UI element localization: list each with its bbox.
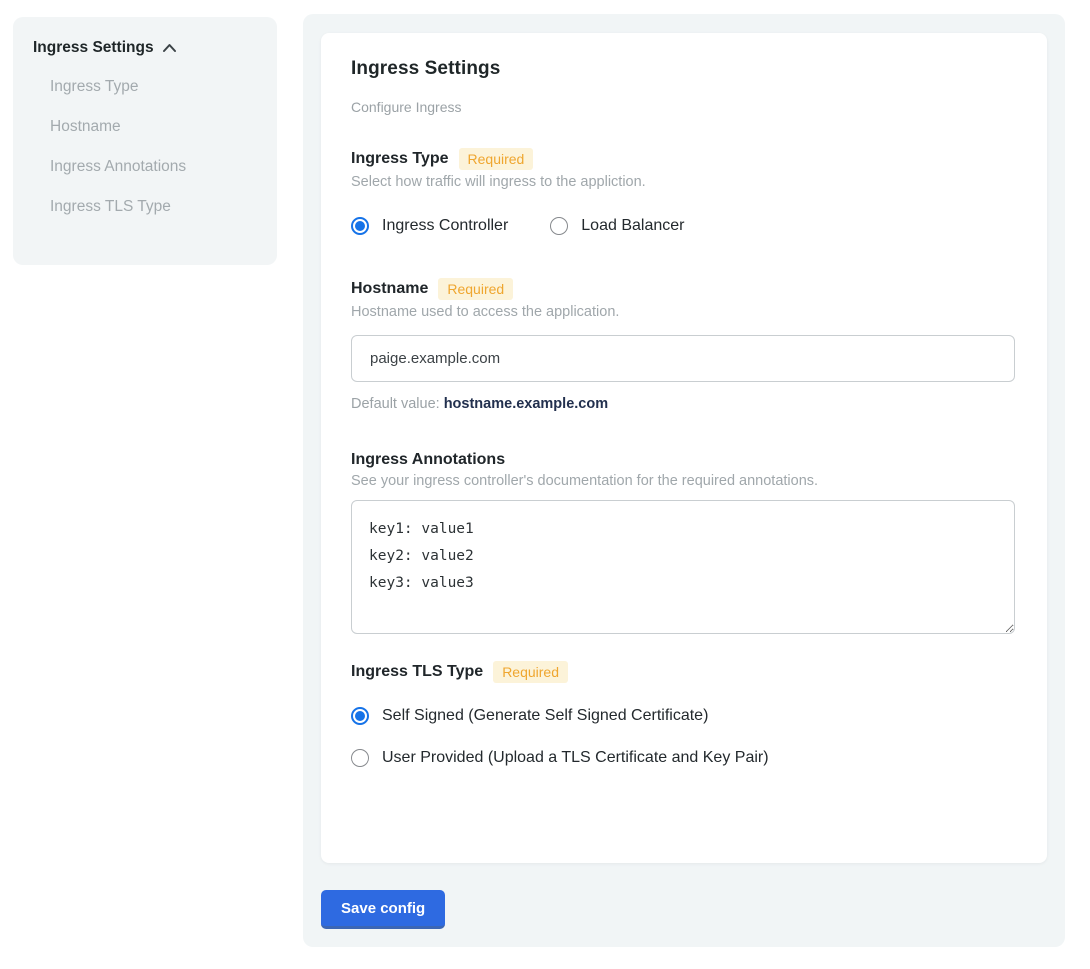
required-badge: Required	[438, 278, 513, 300]
settings-panel: Ingress Settings Configure Ingress Ingre…	[303, 14, 1065, 947]
section-ingress-annotations: Ingress Annotations See your ingress con…	[351, 451, 1017, 634]
settings-sidebar: Ingress Settings Ingress Type Hostname I…	[13, 17, 277, 265]
sidebar-nav: Ingress Type Hostname Ingress Annotation…	[33, 67, 257, 227]
hostname-label: Hostname	[351, 280, 428, 298]
radio-unselected-icon	[351, 749, 369, 767]
ingress-annotations-label: Ingress Annotations	[351, 451, 505, 469]
sidebar-group-label: Ingress Settings	[33, 39, 154, 57]
radio-selected-icon	[351, 707, 369, 725]
sidebar-item-ingress-type[interactable]: Ingress Type	[33, 67, 257, 107]
section-ingress-tls-type: Ingress TLS Type Required Self Signed (G…	[351, 661, 1017, 767]
sidebar-item-hostname[interactable]: Hostname	[33, 107, 257, 147]
ingress-type-help: Select how traffic will ingress to the a…	[351, 174, 1017, 190]
default-value-prefix: Default value:	[351, 396, 444, 412]
default-value-text: hostname.example.com	[444, 396, 608, 412]
required-badge: Required	[493, 661, 568, 683]
hostname-default-line: Default value: hostname.example.com	[351, 396, 1017, 412]
ingress-annotations-textarea[interactable]: key1: value1 key2: value2 key3: value3	[351, 500, 1015, 634]
radio-user-provided[interactable]: User Provided (Upload a TLS Certificate …	[351, 749, 1017, 767]
sidebar-item-ingress-tls-type[interactable]: Ingress TLS Type	[33, 187, 257, 227]
radio-load-balancer[interactable]: Load Balancer	[550, 217, 684, 235]
hostname-help: Hostname used to access the application.	[351, 304, 1017, 320]
chevron-up-icon	[162, 43, 177, 53]
page-title: Ingress Settings	[351, 58, 1017, 80]
sidebar-item-ingress-annotations[interactable]: Ingress Annotations	[33, 147, 257, 187]
ingress-type-label: Ingress Type	[351, 150, 449, 168]
hostname-input[interactable]	[351, 335, 1015, 382]
radio-self-signed[interactable]: Self Signed (Generate Self Signed Certif…	[351, 707, 1017, 725]
radio-unselected-icon	[550, 217, 568, 235]
page-subtitle: Configure Ingress	[351, 99, 1017, 115]
ingress-annotations-help: See your ingress controller's documentat…	[351, 473, 1017, 489]
ingress-settings-card: Ingress Settings Configure Ingress Ingre…	[321, 33, 1047, 863]
ingress-type-radio-group: Ingress Controller Load Balancer	[351, 217, 1017, 235]
save-config-button[interactable]: Save config	[321, 890, 445, 929]
ingress-tls-type-label: Ingress TLS Type	[351, 663, 483, 681]
required-badge: Required	[459, 148, 534, 170]
sidebar-group-ingress-settings[interactable]: Ingress Settings	[33, 39, 257, 57]
section-ingress-type: Ingress Type Required Select how traffic…	[351, 148, 1017, 235]
radio-selected-icon	[351, 217, 369, 235]
radio-ingress-controller[interactable]: Ingress Controller	[351, 217, 508, 235]
ingress-tls-radio-group: Self Signed (Generate Self Signed Certif…	[351, 707, 1017, 767]
section-hostname: Hostname Required Hostname used to acces…	[351, 278, 1017, 412]
